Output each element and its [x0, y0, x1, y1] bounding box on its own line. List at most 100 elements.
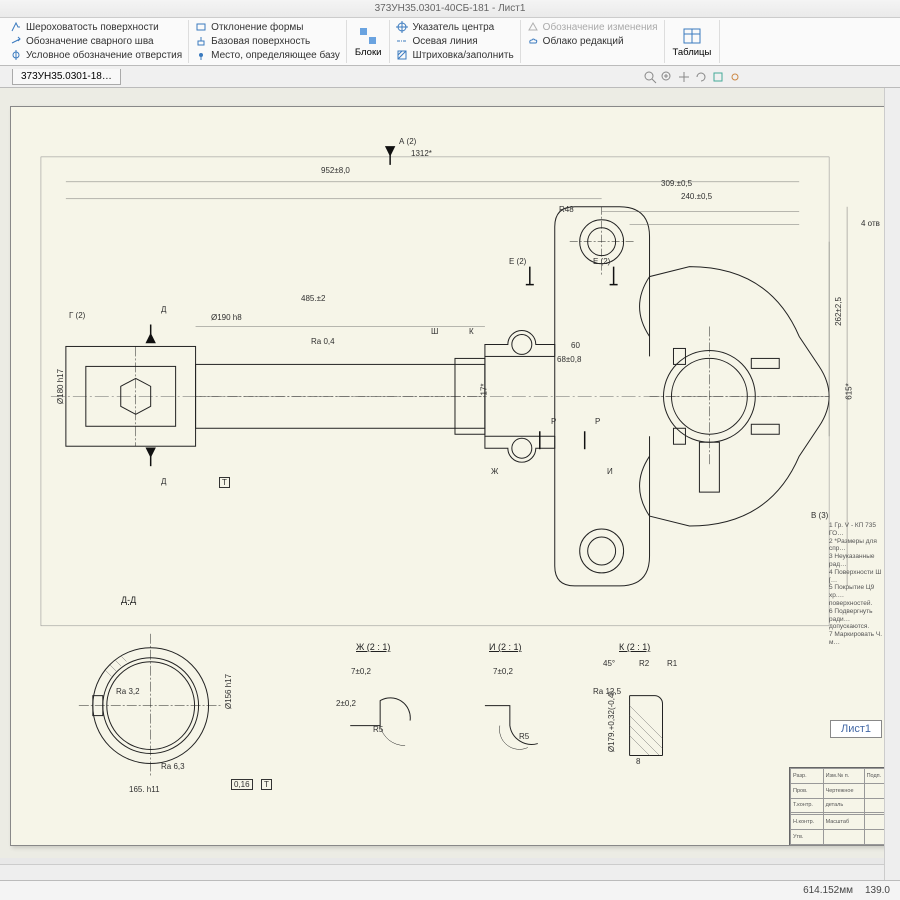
ribbon-centerline[interactable]: Осевая линия: [394, 34, 515, 48]
ref-P2: Р: [595, 417, 600, 426]
ribbon-hole[interactable]: Условное обозначение отверстия: [8, 48, 184, 62]
label-K: К (2 : 1): [619, 642, 650, 652]
drawing-sheet: 1312* 952±8,0 309.±0,5 240.±0,5 R48 485.…: [10, 106, 890, 846]
label-Zh: Ж (2 : 1): [356, 642, 390, 652]
ref-T: Т: [219, 477, 230, 488]
dim-small2: 68±0,8: [557, 355, 581, 364]
title-block: Разр.Изм.№ п.Подп. Пров.Чертежное Т.конт…: [789, 767, 889, 845]
change-icon: [527, 21, 539, 33]
tables-icon: [681, 25, 703, 47]
status-bar: 614.152мм 139.0: [0, 880, 900, 900]
dim-dd-d1: Ø156 h17: [224, 674, 233, 709]
ribbon-blocks[interactable]: Блоки: [347, 20, 391, 63]
status-coord2: 139.0: [865, 885, 890, 896]
sheet-tab[interactable]: Лист1: [830, 720, 882, 738]
title-bar: 373УН35.0301-40СБ-181 - Лист1: [0, 0, 900, 18]
dim-dd-datum: Т: [261, 779, 272, 790]
ribbon-group-form: Отклонение формы Базовая поверхность Мес…: [189, 20, 347, 63]
roughness-icon: [10, 21, 22, 33]
ref-A: А (2): [399, 137, 416, 146]
vertical-scrollbar[interactable]: [884, 88, 900, 880]
ribbon-roughness[interactable]: Шероховатость поверхности: [8, 20, 184, 34]
dim-k-w: 8: [636, 757, 640, 766]
dim-h615: 615*: [845, 383, 854, 399]
blocks-icon: [357, 25, 379, 47]
dim-h262: 262±2,5: [834, 297, 843, 326]
dim-k-r1: R2: [639, 659, 649, 668]
ribbon-group-center: Указатель центра Осевая линия Штриховка/…: [390, 20, 520, 63]
ribbon-hatch[interactable]: Штриховка/заполнить: [394, 48, 515, 62]
drawing-notes: 1 Гр. V - КП 735 ГО… 2 *Размеры для спр……: [829, 522, 889, 647]
label-DD: Д-Д: [121, 595, 136, 605]
dim-zh-b: 2±0,2: [336, 699, 356, 708]
dim-i-r: R5: [519, 732, 529, 741]
dim-right2: 240.±0,5: [681, 192, 712, 201]
ribbon-tables[interactable]: Таблицы: [665, 20, 721, 63]
dim-k-ang: 45°: [603, 659, 615, 668]
view-icons: [643, 70, 742, 84]
dim-small1: 60: [571, 341, 580, 350]
center-icon: [396, 21, 408, 33]
drawing-canvas[interactable]: 1312* 952±8,0 309.±0,5 240.±0,5 R48 485.…: [0, 88, 900, 858]
ref-E1: Е (2): [509, 257, 526, 266]
page-tab[interactable]: 373УН35.0301-18…: [12, 69, 121, 85]
dim-dd-ra1: Ra 3,2: [116, 687, 140, 696]
dim-dd-gd: 0,16: [231, 779, 253, 790]
ref-I: И: [607, 467, 613, 476]
dim-zh-a: 7±0,2: [351, 667, 371, 676]
ribbon-form-deviation[interactable]: Отклонение формы: [193, 20, 342, 34]
dim-ra: Ra 0,4: [311, 337, 335, 346]
status-coord1: 614.152мм: [803, 885, 853, 896]
label-I: И (2 : 1): [489, 642, 521, 652]
dim-dd-len: 165. h11: [129, 785, 160, 794]
ribbon-center-mark[interactable]: Указатель центра: [394, 20, 515, 34]
form-icon: [195, 21, 207, 33]
dim-right1: 309.±0,5: [661, 179, 692, 188]
view-cube-icon[interactable]: [711, 70, 725, 84]
ref-G: Г (2): [69, 311, 85, 320]
ribbon-group-revision: Обозначение изменения Облако редакций: [521, 20, 665, 63]
ribbon-toolbar: Шероховатость поверхности Обозначение св…: [0, 18, 900, 66]
ribbon-change-mark[interactable]: Обозначение изменения: [525, 20, 660, 34]
dim-i-a: 7±0,2: [493, 667, 513, 676]
ref-B: В (3): [811, 511, 828, 520]
dim-r48: R48: [559, 205, 574, 214]
ribbon-base-surface[interactable]: Базовая поверхность: [193, 34, 342, 48]
main-drawing: [11, 107, 889, 845]
zoom-fit-icon[interactable]: [643, 70, 657, 84]
ribbon-weld[interactable]: Обозначение сварного шва: [8, 34, 184, 48]
ribbon-revision-cloud[interactable]: Облако редакций: [525, 34, 660, 48]
dim-tol: 17*: [480, 383, 489, 395]
dim-overall: 1312*: [411, 149, 432, 158]
view-toolbar: 373УН35.0301-18…: [0, 66, 900, 88]
ref-P1: Р: [551, 417, 556, 426]
rotate-icon[interactable]: [694, 70, 708, 84]
ref-E2: Е (2): [593, 257, 610, 266]
settings-icon[interactable]: [728, 70, 742, 84]
horizontal-scrollbar[interactable]: [0, 864, 884, 880]
dim-dd-ra2: Ra 6,3: [161, 762, 185, 771]
ref-Sh: Ш: [431, 327, 438, 336]
ref-K: К: [469, 327, 474, 336]
hole-icon: [10, 49, 22, 61]
ref-Zh: Ж: [491, 467, 498, 476]
dim-k-r2: R1: [667, 659, 677, 668]
dim-k-d: Ø179.+0,32(-0,4): [607, 691, 616, 752]
zoom-window-icon[interactable]: [660, 70, 674, 84]
hatch-icon: [396, 49, 408, 61]
dim-4holes: 4 отв: [861, 219, 880, 228]
axis-icon: [396, 35, 408, 47]
ref-D1: Д: [161, 305, 166, 314]
dim-zh-r: R5: [373, 725, 383, 734]
pan-icon[interactable]: [677, 70, 691, 84]
ribbon-datum-location[interactable]: Место, определяющее базу: [193, 48, 342, 62]
cloud-icon: [527, 35, 539, 47]
dim-left-dia: Ø180 h17: [56, 369, 65, 404]
surface-icon: [195, 35, 207, 47]
dim-mid: 485.±2: [301, 294, 325, 303]
document-title: 373УН35.0301-40СБ-181 - Лист1: [375, 3, 526, 14]
ribbon-group-annotations: Шероховатость поверхности Обозначение св…: [4, 20, 189, 63]
datum-icon: [195, 49, 207, 61]
ref-D2: Д: [161, 477, 166, 486]
dim-length: 952±8,0: [321, 166, 350, 175]
